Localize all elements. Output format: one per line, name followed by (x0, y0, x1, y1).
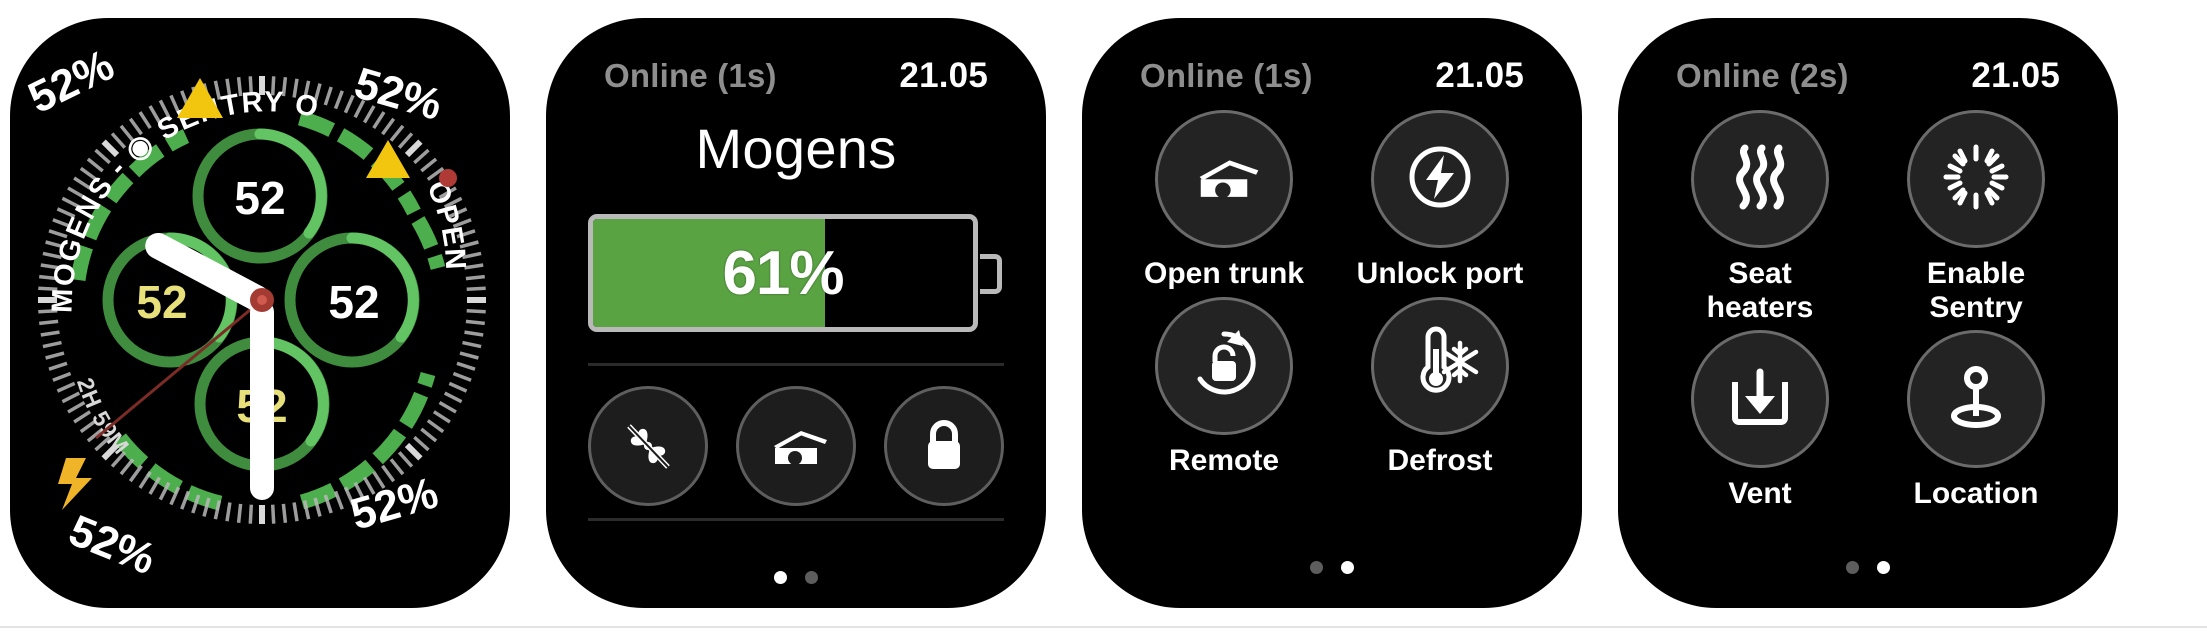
connection-status: Online (1s) (1140, 57, 1313, 94)
status-bar: Online (1s) 21.05 (546, 56, 1046, 96)
control-label: Open trunk (1143, 257, 1304, 290)
page-dots (546, 571, 1046, 584)
page-bottom-rule (0, 626, 2207, 628)
trunk-open-icon (761, 418, 831, 474)
page-dot-2[interactable] (1341, 561, 1354, 574)
defrost-button[interactable] (1371, 296, 1509, 435)
divider-bottom (588, 518, 1004, 521)
battery-percent-label: 61% (722, 238, 844, 308)
control-cell: Remote (1116, 296, 1332, 478)
lock-icon (919, 415, 969, 477)
vent-icon (1723, 360, 1797, 439)
control-cell: Enable Sentry (1868, 110, 2084, 324)
page-dot-1[interactable] (774, 571, 787, 584)
vehicle-name: Mogens (695, 117, 897, 180)
control-cell: Open trunk (1116, 110, 1332, 291)
subdial-right-value: 52 (328, 276, 379, 328)
quick-action-row (588, 386, 1004, 506)
control-label: Location (1913, 477, 2039, 511)
control-label: Enable Sentry (1926, 257, 2026, 324)
unlock-port-button[interactable] (1371, 110, 1509, 248)
open-trunk-button[interactable] (736, 386, 856, 506)
clock-time: 21.05 (1435, 56, 1524, 95)
climate-off-button[interactable] (588, 386, 708, 506)
status-bar: Online (2s) 21.05 (1618, 56, 2118, 96)
subdial-top-value: 52 (234, 172, 285, 224)
clock-time: 21.05 (899, 56, 988, 95)
control-label: Unlock port (1356, 257, 1524, 290)
watch-screenshot-strip: 52 52 52 52 MOGENS - ◉ SENTRY ON - OPEN … (0, 0, 2207, 640)
open-trunk-button[interactable] (1155, 110, 1293, 248)
battery-cap (980, 254, 1002, 294)
page-dot-2[interactable] (805, 571, 818, 584)
page-dot-1[interactable] (1310, 561, 1323, 574)
status-bar: Online (1s) 21.05 (1082, 56, 1582, 96)
control-cell: Vent (1652, 330, 1868, 511)
percent-bottom-left: 52% (62, 506, 162, 584)
control-cell: Unlock port (1332, 110, 1548, 291)
connection-status: Online (2s) (1676, 57, 1849, 94)
trunk-open-icon (1185, 146, 1263, 213)
subdial-left-value: 52 (136, 276, 187, 328)
analog-watch-face: 52 52 52 52 MOGENS - ◉ SENTRY ON - OPEN … (10, 18, 510, 608)
watch-4-controls[interactable]: Online (2s) 21.05 Seat heaters Enable Se… (1618, 18, 2118, 608)
control-cell: Defrost (1332, 296, 1548, 478)
defrost-icon (1400, 323, 1480, 408)
control-cell: Seat heaters (1652, 110, 1868, 324)
control-grid: Open trunk Unlock port Remote Defrost (1116, 110, 1548, 477)
watch-1-face[interactable]: 52 52 52 52 MOGENS - ◉ SENTRY ON - OPEN … (10, 18, 510, 608)
connection-status: Online (1s) (604, 57, 777, 94)
seat-heat-icon (1725, 140, 1795, 219)
control-label: Remote (1168, 443, 1280, 477)
charge-port-icon (1402, 139, 1478, 220)
control-label: Defrost (1387, 443, 1493, 477)
page-dots (1618, 561, 2118, 574)
enable-sentry-button[interactable] (1907, 110, 2045, 248)
control-grid: Seat heaters Enable Sentry Vent Location (1652, 110, 2084, 511)
page-dot-1[interactable] (1846, 561, 1859, 574)
watch-2-battery[interactable]: Online (1s) 21.05 Mogens 61% (546, 18, 1046, 608)
location-pin-icon (1939, 360, 2013, 439)
fan-slash-icon (616, 414, 680, 478)
location-button[interactable] (1907, 330, 2045, 469)
percent-top-left: 52% (21, 40, 122, 123)
percent-top-right: 52% (349, 59, 447, 130)
page-dot-2[interactable] (1877, 561, 1890, 574)
control-label: Seat heaters (1706, 257, 1814, 324)
sentry-icon (1938, 139, 2014, 220)
divider-top (588, 363, 1004, 366)
watch-3-controls[interactable]: Online (1s) 21.05 Open trunk Unlock port… (1082, 18, 1582, 608)
battery-indicator: 61% (588, 214, 1004, 332)
lightning-bolt-icon (58, 458, 92, 510)
control-label: Vent (1728, 477, 1792, 511)
red-dot-indicator (439, 169, 457, 187)
lock-button[interactable] (884, 386, 1004, 506)
clock-time: 21.05 (1971, 56, 2060, 95)
vent-button[interactable] (1691, 330, 1829, 469)
remote-unlock-icon (1185, 324, 1263, 407)
seat-heaters-button[interactable] (1691, 110, 1829, 248)
remote-button[interactable] (1155, 296, 1293, 435)
page-dots (1082, 561, 1582, 574)
control-cell: Location (1868, 330, 2084, 511)
